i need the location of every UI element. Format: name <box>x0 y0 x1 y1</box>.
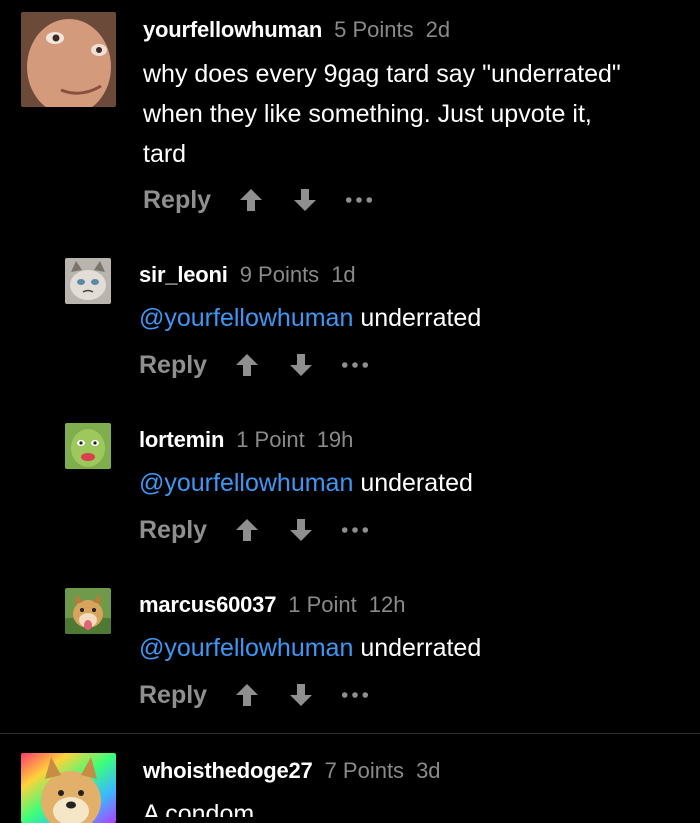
reply-button[interactable]: Reply <box>139 681 207 710</box>
comment-text: A condom <box>143 800 255 817</box>
comment-text-line: why does every 9gag tard say "underrated… <box>143 60 621 88</box>
avatar[interactable] <box>21 753 116 823</box>
points: 9 Points <box>239 262 320 287</box>
comment-actions: Reply <box>139 345 395 385</box>
timestamp: 3d <box>416 758 441 783</box>
comment-meta: yourfellowhuman 5 Points 2d <box>143 17 450 43</box>
comment-text: @yourfellowhuman underated <box>139 463 679 503</box>
comment-actions: Reply <box>139 510 395 550</box>
reply-button[interactable]: Reply <box>139 516 207 545</box>
comment-text: @yourfellowhuman underrated <box>139 298 679 338</box>
comment-meta: lortemin 1 Point 19h <box>139 427 353 453</box>
username[interactable]: sir_leoni <box>139 262 228 287</box>
arrow-down-icon[interactable] <box>291 186 319 214</box>
username[interactable]: marcus60037 <box>139 592 276 617</box>
mention-link[interactable]: @yourfellowhuman <box>139 634 353 662</box>
reply-button[interactable]: Reply <box>143 186 211 215</box>
comment-body: underrated <box>353 634 482 662</box>
more-options-icon[interactable] <box>341 681 369 709</box>
more-options-icon[interactable] <box>341 516 369 544</box>
mention-link[interactable]: @yourfellowhuman <box>139 469 353 497</box>
comment-text: why does every 9gag tard say "underrated… <box>143 54 683 174</box>
username[interactable]: yourfellowhuman <box>143 17 322 42</box>
thread-divider <box>0 733 700 734</box>
comment-body: underrated <box>353 304 482 332</box>
mention-link[interactable]: @yourfellowhuman <box>139 304 353 332</box>
timestamp: 12h <box>368 592 406 617</box>
comment-meta: whoisthedoge27 7 Points 3d <box>143 758 441 784</box>
comment-actions: Reply <box>143 180 399 220</box>
avatar[interactable] <box>21 12 116 107</box>
username[interactable]: whoisthedoge27 <box>143 758 313 783</box>
more-options-icon[interactable] <box>341 351 369 379</box>
comment-meta: sir_leoni 9 Points 1d <box>139 262 356 288</box>
timestamp: 1d <box>331 262 356 287</box>
username[interactable]: lortemin <box>139 427 224 452</box>
comment-text-line: when they like something. Just upvote it… <box>143 100 592 128</box>
comment-text: @yourfellowhuman underrated <box>139 628 679 668</box>
comment-meta: marcus60037 1 Point 12h <box>139 592 405 618</box>
arrow-up-icon[interactable] <box>233 681 261 709</box>
avatar[interactable] <box>65 588 111 634</box>
arrow-down-icon[interactable] <box>287 516 315 544</box>
points: 1 Point <box>236 427 305 452</box>
arrow-up-icon[interactable] <box>233 351 261 379</box>
points: 5 Points <box>334 17 414 42</box>
arrow-up-icon[interactable] <box>233 516 261 544</box>
points: 1 Point <box>288 592 357 617</box>
comment-text-line: tard <box>143 140 187 168</box>
arrow-down-icon[interactable] <box>287 681 315 709</box>
arrow-down-icon[interactable] <box>287 351 315 379</box>
arrow-up-icon[interactable] <box>237 186 265 214</box>
comment-body: underated <box>353 469 473 497</box>
avatar[interactable] <box>65 423 111 469</box>
timestamp: 19h <box>316 427 354 452</box>
comment-actions: Reply <box>139 675 395 715</box>
more-options-icon[interactable] <box>345 186 373 214</box>
avatar[interactable] <box>65 258 111 304</box>
reply-button[interactable]: Reply <box>139 351 207 380</box>
timestamp: 2d <box>425 17 451 42</box>
points: 7 Points <box>324 758 405 783</box>
